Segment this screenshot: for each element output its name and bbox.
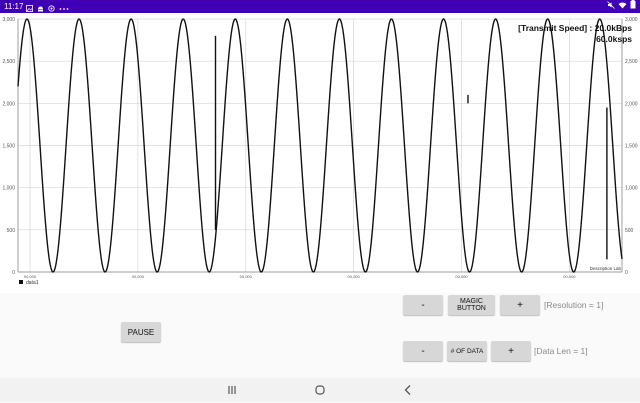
sync-icon bbox=[48, 3, 55, 12]
image-icon bbox=[26, 3, 33, 12]
y-tick-label-left: 0 bbox=[12, 270, 15, 276]
y-tick-label-right: 1,500 bbox=[625, 144, 638, 150]
x-tick-label: 00,000 bbox=[132, 274, 145, 279]
back-icon[interactable] bbox=[400, 382, 416, 398]
chart-description: Description Lab bbox=[590, 266, 622, 271]
android-icon bbox=[37, 3, 44, 12]
y-tick-label-left: 1,500 bbox=[2, 144, 15, 150]
chart-svg: 0 0 500 500 1,000 1,000 1,500 1,500 2,000 2,000 2,… bbox=[2, 17, 638, 286]
data-len-label: [Data Len = 1] bbox=[534, 346, 588, 356]
y-tick-label-right: 1,000 bbox=[625, 186, 638, 192]
resolution-plus-button[interactable]: + bbox=[500, 295, 540, 315]
pause-button[interactable]: PAUSE bbox=[121, 322, 161, 342]
status-bar: 11:17 bbox=[0, 0, 640, 13]
transmit-speed-readout: [Transmit Speed] : 20.0kBps 60.0ksps bbox=[518, 23, 632, 45]
y-tick-label-left: 2,500 bbox=[2, 59, 15, 65]
y-tick-label-left: 3,000 bbox=[2, 17, 15, 23]
y-tick-label-left: 500 bbox=[7, 228, 16, 234]
system-icons bbox=[607, 0, 636, 13]
wifi-icon bbox=[618, 0, 627, 13]
status-time: 11:17 bbox=[4, 2, 24, 11]
x-tick-label: 00,000 bbox=[563, 274, 576, 279]
notification-icons bbox=[26, 3, 69, 12]
transmit-speed-bps: [Transmit Speed] : 20.0kBps bbox=[518, 23, 632, 33]
num-data-button[interactable]: # OF DATA bbox=[447, 341, 487, 361]
y-tick-label-left: 1,000 bbox=[2, 186, 15, 192]
recents-icon[interactable] bbox=[224, 382, 240, 398]
more-icon bbox=[59, 3, 69, 10]
transmit-speed-sps: 60.0ksps bbox=[596, 34, 632, 44]
mute-icon bbox=[607, 0, 615, 13]
y-tick-label-right: 0 bbox=[625, 270, 628, 276]
y-tick-label-right: 2,000 bbox=[625, 101, 638, 107]
x-tick-label: 00,000 bbox=[240, 274, 253, 279]
datalen-plus-button[interactable]: + bbox=[491, 341, 531, 361]
legend-label: data1 bbox=[26, 280, 39, 286]
x-tick-label: 00,000 bbox=[348, 274, 361, 279]
resolution-label: [Resolution = 1] bbox=[544, 300, 604, 310]
datalen-minus-button[interactable]: - bbox=[403, 341, 443, 361]
y-tick-label-right: 500 bbox=[625, 228, 634, 234]
x-tick-label: 00,000 bbox=[24, 274, 37, 279]
x-tick-label: 00,000 bbox=[455, 274, 468, 279]
magic-button[interactable]: MAGIC BUTTON bbox=[448, 295, 495, 315]
y-tick-label-right: 2,500 bbox=[625, 59, 638, 65]
resolution-minus-button[interactable]: - bbox=[403, 295, 443, 315]
battery-icon bbox=[630, 0, 636, 13]
y-tick-label-left: 2,000 bbox=[2, 101, 15, 107]
home-icon[interactable] bbox=[312, 382, 328, 398]
navigation-bar bbox=[0, 378, 640, 402]
legend-swatch bbox=[19, 280, 23, 284]
line-chart[interactable]: 0 0 500 500 1,000 1,000 1,500 1,500 2,000 2,000 2,… bbox=[0, 13, 640, 293]
